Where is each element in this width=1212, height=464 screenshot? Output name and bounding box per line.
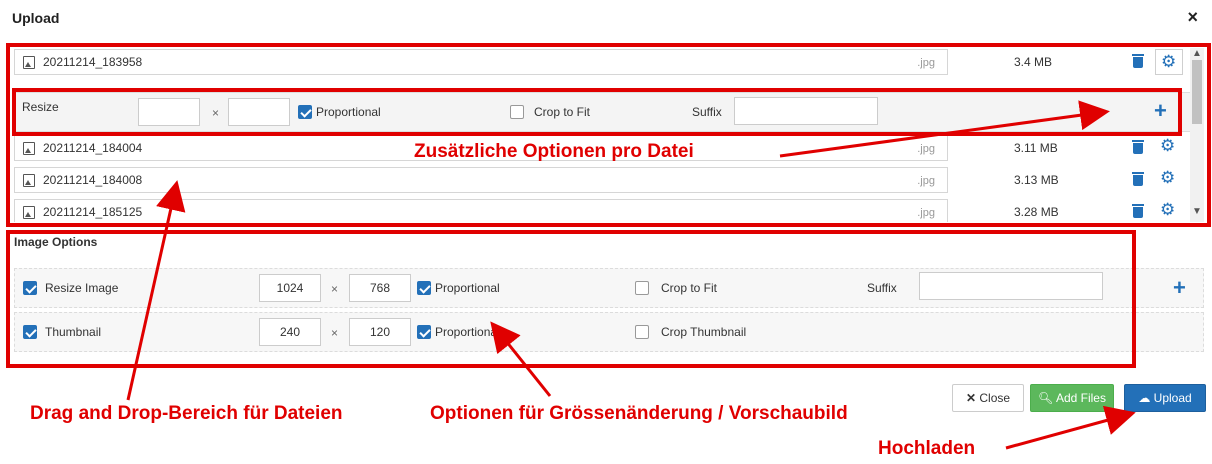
annotation-upload: Hochladen	[878, 438, 976, 459]
annotation-per-file-options: Zusätzliche Optionen pro Datei	[414, 141, 694, 162]
annotation-arrows	[126, 100, 1136, 450]
annotation-resize-thumbnail: Optionen für Grössenänderung / Vorschaub…	[430, 403, 848, 424]
annotation-drag-drop: Drag and Drop-Bereich für Dateien	[30, 403, 343, 424]
